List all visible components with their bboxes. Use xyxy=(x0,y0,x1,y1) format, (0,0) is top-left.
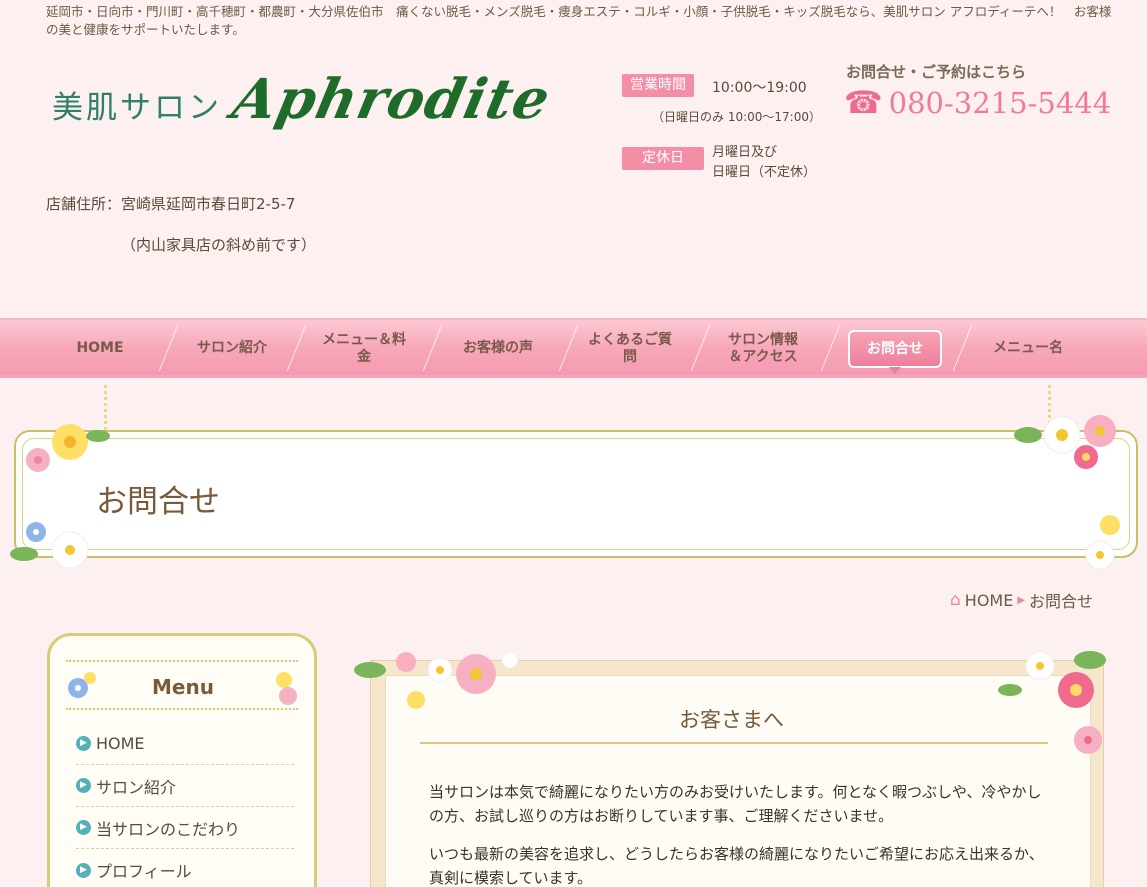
nav-separator xyxy=(286,325,307,371)
nav-customer-voice[interactable]: お客様の声 xyxy=(448,320,548,377)
contact-heading: お問合せ・ご予約はこちら xyxy=(846,63,1027,81)
content-title-divider xyxy=(420,742,1048,744)
nav-salon-intro[interactable]: サロン紹介 xyxy=(182,320,282,377)
nav-salon-info-access[interactable]: サロン情報 ＆アクセス xyxy=(712,320,814,377)
closed-line2: 日曜日（不定休） xyxy=(712,165,817,180)
nav-separator xyxy=(690,325,711,371)
nav-menu-price[interactable]: メニュー＆料 金 xyxy=(314,320,414,377)
content-body: 当サロンは本気で綺麗になりたい方のみお受けいたします。何となく暇つぶしや、冷やか… xyxy=(429,780,1044,887)
nav-separator xyxy=(558,325,579,371)
sidebar-item-label: HOME xyxy=(96,734,145,753)
arrow-circle-icon: ▶ xyxy=(76,820,91,835)
site-tagline: 延岡市・日向市・門川町・高千穂町・都農町・大分県佐伯市 痛くない脱毛・メンズ脱毛… xyxy=(46,4,1112,37)
hours-note: （日曜日のみ 10:00～17:00） xyxy=(652,110,821,124)
nav-separator xyxy=(952,325,973,371)
sidebar-item-label: プロフィール xyxy=(96,862,192,881)
sidebar-item-commitment[interactable]: ▶ 当サロンのこだわり xyxy=(76,807,294,849)
nav-contact[interactable]: お問合せ xyxy=(848,330,942,374)
breadcrumb-current: お問合せ xyxy=(1029,592,1094,611)
nav-separator xyxy=(158,325,179,371)
breadcrumb: ⌂ HOME ▶ お問合せ xyxy=(950,588,1093,612)
content-paragraph: いつも最新の美容を追求し、どうしたらお客様の綺麗になりたいご希望にお応え出来るか… xyxy=(429,845,1044,887)
shop-address: 店舗住所：宮崎県延岡市春日町2-5-7 xyxy=(46,195,296,213)
page-title: お問合せ xyxy=(96,484,220,520)
hours-value: 10:00～19:00 xyxy=(712,80,807,96)
content-paragraph: 当サロンは本気で綺麗になりたい方のみお受けいたします。何となく暇つぶしや、冷やか… xyxy=(429,783,1042,825)
closed-badge: 定休日 xyxy=(622,147,704,170)
main-navigation: HOME サロン紹介 メニュー＆料 金 お客様の声 よくあるご質 問 サロン情報… xyxy=(0,318,1147,378)
sidebar-item-profile[interactable]: ▶ プロフィール xyxy=(76,849,294,887)
phone-number: 080-3215-5444 xyxy=(888,86,1112,120)
closed-line1: 月曜日及び xyxy=(712,145,778,160)
sidebar-item-home[interactable]: ▶ HOME xyxy=(76,723,294,765)
arrow-circle-icon: ▶ xyxy=(76,736,91,751)
nav-separator xyxy=(422,325,443,371)
telephone-icon: ☎ xyxy=(844,85,883,121)
sidebar-item-salon-intro[interactable]: ▶ サロン紹介 xyxy=(76,765,294,807)
breadcrumb-home[interactable]: HOME xyxy=(965,591,1014,610)
home-icon: ⌂ xyxy=(950,590,961,610)
logo-english: Aphrodite xyxy=(227,66,557,131)
chevron-right-icon: ▶ xyxy=(1017,594,1026,606)
content-title: お客さまへ xyxy=(679,708,784,732)
flower-cluster-card-left-icon xyxy=(354,651,519,709)
sidebar-item-label: 当サロンのこだわり xyxy=(96,819,241,839)
flower-cluster-card-right-icon xyxy=(998,651,1106,754)
arrow-circle-icon: ▶ xyxy=(76,862,91,878)
sidebar-flower-right-icon xyxy=(276,672,297,705)
sidebar-item-label: サロン紹介 xyxy=(96,777,177,797)
arrow-circle-icon: ▶ xyxy=(76,778,91,793)
logo-japanese: 美肌サロン xyxy=(52,90,222,126)
hours-badge: 営業時間 xyxy=(622,74,694,97)
sidebar-title: Menu xyxy=(152,675,214,699)
shop-address-note: （内山家具店の斜め前です） xyxy=(121,236,317,254)
sidebar-flower-left-icon xyxy=(68,672,96,698)
nav-separator xyxy=(820,325,841,371)
phone-link[interactable]: ☎ 080-3215-5444 xyxy=(844,86,1111,120)
nav-faq[interactable]: よくあるご質 問 xyxy=(580,320,680,377)
flower-cluster-right-icon xyxy=(1014,415,1120,570)
nav-menu-name[interactable]: メニュー名 xyxy=(978,320,1078,377)
nav-home[interactable]: HOME xyxy=(56,320,144,377)
site-logo[interactable]: 美肌サロン Aphrodite xyxy=(52,66,556,131)
